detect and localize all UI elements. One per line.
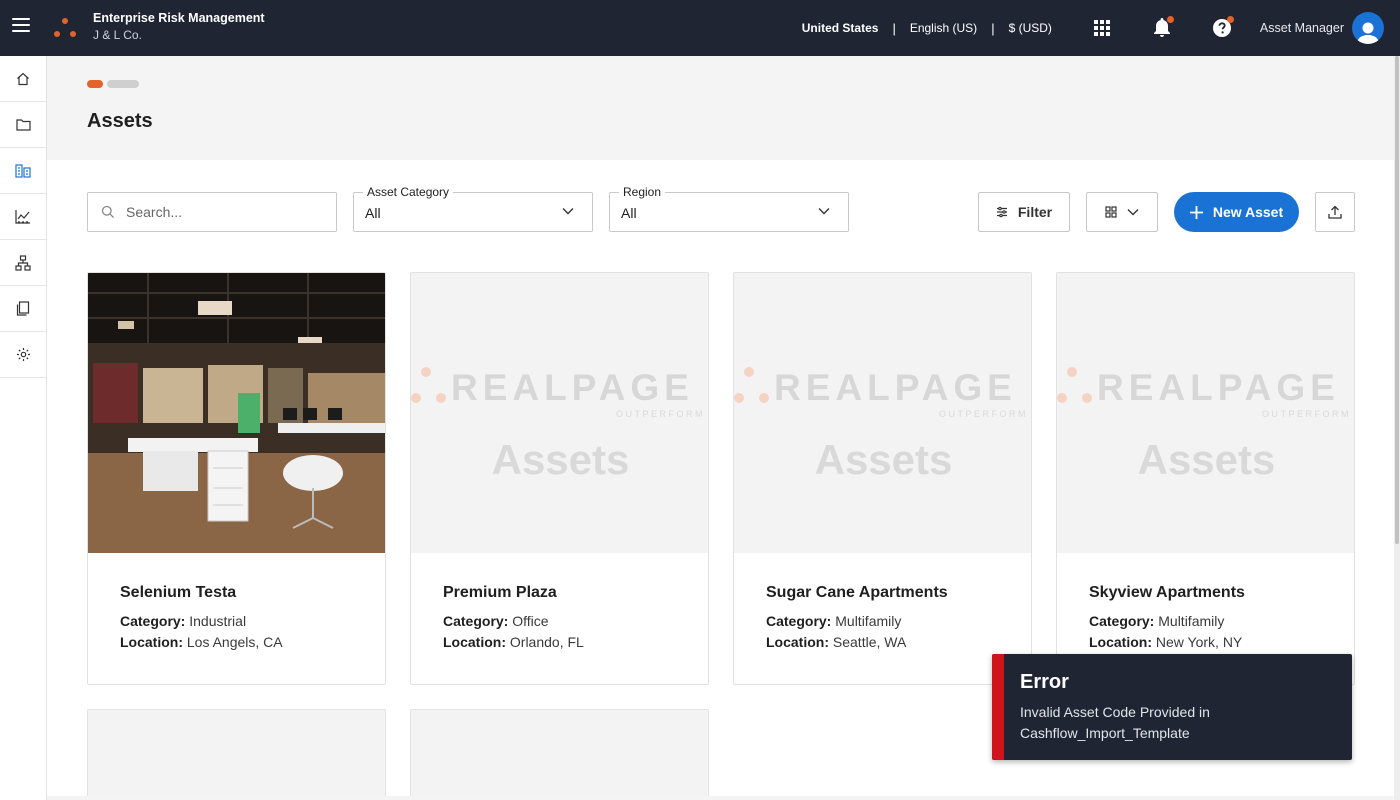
upload-icon — [1328, 205, 1342, 219]
placeholder-caption: Assets — [814, 436, 953, 483]
help-badge — [1226, 16, 1234, 23]
asset-photo — [88, 273, 385, 553]
asset-category-row: Category: Multifamily — [766, 613, 902, 629]
nav-settings-gear-icon[interactable] — [0, 332, 46, 378]
asset-name: Selenium Testa — [120, 584, 237, 601]
company-name: J & L Co. — [93, 28, 142, 42]
asset-category-label: Asset Category — [363, 185, 454, 199]
asset-card[interactable] — [87, 709, 386, 796]
asset-category-row: Category: Office — [443, 613, 549, 629]
nav-home-icon[interactable] — [0, 56, 46, 102]
error-status-bar — [992, 654, 1004, 760]
notifications-bell-icon[interactable] — [1150, 16, 1174, 40]
page-header: Assets — [47, 56, 1394, 160]
separator: | — [892, 20, 896, 36]
nav-documents-icon[interactable] — [0, 286, 46, 332]
breadcrumb-indicator — [107, 80, 139, 88]
plus-icon — [1189, 205, 1203, 219]
nav-assets-icon[interactable] — [0, 148, 46, 194]
asset-card[interactable]: REALPAGE OUTPERFORM Assets Skyview Apart… — [1056, 272, 1355, 685]
asset-location-row: Location: New York, NY — [1089, 634, 1243, 650]
app-title: Enterprise Risk Management — [93, 11, 265, 25]
scrollbar-thumb[interactable] — [1395, 56, 1399, 544]
asset-card[interactable] — [410, 709, 709, 796]
placeholder-caption: Assets — [1137, 436, 1276, 483]
asset-category-select[interactable]: Asset Category All — [353, 185, 593, 232]
asset-placeholder-image: REALPAGE OUTPERFORM Assets — [1057, 273, 1354, 553]
asset-name: Skyview Apartments — [1089, 584, 1245, 601]
chevron-down-icon — [818, 208, 830, 215]
asset-category-value: All — [365, 205, 381, 221]
asset-location: Seattle, WA — [832, 634, 907, 650]
notification-badge — [1166, 16, 1174, 23]
asset-name: Premium Plaza — [443, 584, 557, 601]
export-upload-button[interactable] — [1315, 192, 1355, 232]
asset-category: Multifamily — [1158, 613, 1225, 629]
search-box — [87, 192, 337, 232]
nav-hierarchy-icon[interactable] — [0, 240, 46, 286]
company-logo-icon — [52, 16, 78, 40]
asset-placeholder-image — [411, 710, 708, 796]
grid-view-icon — [1105, 206, 1117, 218]
asset-location-row: Location: Seattle, WA — [766, 634, 907, 650]
view-toggle-button[interactable] — [1086, 192, 1158, 232]
asset-card[interactable]: REALPAGE OUTPERFORM Assets Premium Plaza… — [410, 272, 709, 685]
new-asset-label: New Asset — [1212, 204, 1284, 220]
asset-category-row: Category: Multifamily — [1089, 613, 1225, 629]
new-asset-button[interactable]: New Asset — [1174, 192, 1299, 232]
asset-location: Los Angels, CA — [186, 634, 283, 650]
asset-name: Sugar Cane Apartments — [766, 584, 948, 601]
asset-category: Industrial — [189, 613, 247, 629]
placeholder-caption: Assets — [491, 436, 630, 483]
search-input[interactable] — [126, 202, 326, 222]
user-role-label[interactable]: Asset Manager — [1260, 21, 1344, 35]
asset-placeholder-image — [88, 710, 385, 796]
nav-analytics-chart-icon[interactable] — [0, 194, 46, 240]
filter-button-label: Filter — [1017, 204, 1053, 220]
user-avatar-icon[interactable] — [1352, 12, 1384, 44]
apps-grid-icon[interactable] — [1090, 16, 1114, 40]
region-select[interactable]: Region All — [609, 185, 849, 232]
top-bar: Enterprise Risk Management J & L Co. Uni… — [0, 0, 1400, 56]
page-scrollbar[interactable] — [1394, 56, 1400, 800]
chevron-down-icon — [562, 208, 574, 215]
toast-title: Error — [1020, 671, 1069, 693]
country-selector[interactable]: United States — [802, 21, 879, 35]
chevron-down-icon — [1127, 209, 1139, 216]
asset-card[interactable]: REALPAGE OUTPERFORM Assets Sugar Cane Ap… — [733, 272, 1032, 685]
filter-sliders-icon — [996, 206, 1007, 218]
help-icon[interactable] — [1210, 16, 1234, 40]
left-nav-rail — [0, 56, 47, 800]
currency-selector[interactable]: $ (USD) — [1009, 21, 1052, 35]
menu-hamburger-icon[interactable] — [12, 18, 30, 38]
asset-category: Office — [512, 613, 549, 629]
asset-location: New York, NY — [1155, 634, 1243, 650]
language-selector[interactable]: English (US) — [910, 21, 977, 35]
toast-message: Invalid Asset Code Provided in Cashflow_… — [1020, 704, 1210, 741]
asset-category-row: Category: Industrial — [120, 613, 247, 629]
nav-folder-icon[interactable] — [0, 102, 46, 148]
asset-location-row: Location: Orlando, FL — [443, 634, 584, 650]
asset-placeholder-image: REALPAGE OUTPERFORM Assets — [411, 273, 708, 553]
asset-placeholder-image: REALPAGE OUTPERFORM Assets — [734, 273, 1031, 553]
asset-location-row: Location: Los Angels, CA — [120, 634, 283, 650]
separator: | — [991, 20, 995, 36]
page-title: Assets — [87, 110, 153, 132]
region-label: Region — [619, 185, 666, 199]
search-icon — [101, 205, 115, 219]
asset-category: Multifamily — [835, 613, 902, 629]
office-photo-image — [88, 273, 385, 553]
topbar-right: United States | English (US) | $ (USD) A… — [802, 0, 1400, 56]
asset-card[interactable]: Selenium Testa Category: Industrial Loca… — [87, 272, 386, 685]
breadcrumb-active-indicator — [87, 80, 103, 88]
asset-location: Orlando, FL — [509, 634, 584, 650]
error-toast[interactable]: Error Invalid Asset Code Provided in Cas… — [992, 654, 1352, 760]
filter-button[interactable]: Filter — [978, 192, 1070, 232]
region-value: All — [621, 205, 637, 221]
